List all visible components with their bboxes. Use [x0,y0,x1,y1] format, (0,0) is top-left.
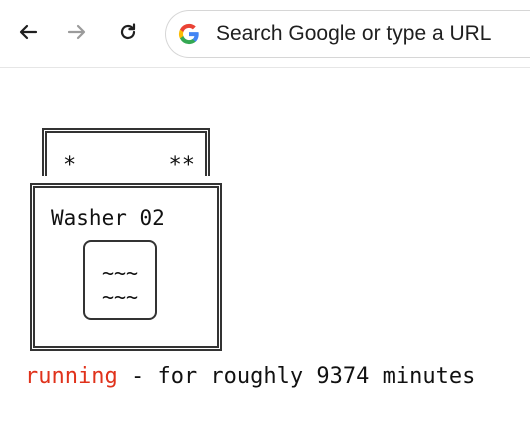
wave-bottom: ~~~ [101,285,139,309]
google-g-icon [178,23,199,45]
washer-status: running - for roughly 9374 minutes [25,364,475,390]
reload-icon [120,23,136,40]
forward-button[interactable] [59,14,95,50]
washer-body: Washer 02 ~~~ ~~~ [30,183,222,351]
back-arrow-icon [19,24,38,40]
search-input[interactable] [216,22,530,46]
washer-lid: * ** [42,128,210,177]
status-minutes: 9374 [316,364,370,389]
lid-right-stars: ** [168,153,196,178]
back-button[interactable] [10,14,46,50]
lid-stars: * ** [63,155,195,177]
reload-button[interactable] [110,14,146,50]
status-running: running [25,364,118,389]
wave-top: ~~~ [101,261,139,285]
washer-name: Washer 02 [51,206,165,230]
status-unit: minutes [369,364,476,389]
browser-toolbar [0,0,530,68]
lid-left-star: * [63,153,77,178]
washer-drawing: * ** Washer 02 ~~~ ~~~ [30,128,280,358]
forward-arrow-icon [67,24,86,40]
washer-window: ~~~ ~~~ [83,240,157,320]
status-separator: - for roughly [117,364,317,389]
address-bar[interactable] [165,10,530,58]
